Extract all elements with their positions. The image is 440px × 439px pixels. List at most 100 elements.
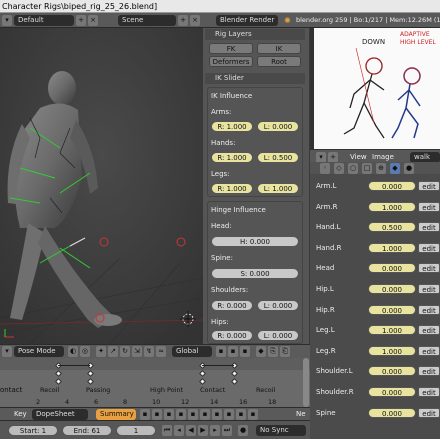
dopesheet-scrollbar[interactable] bbox=[303, 358, 309, 407]
rotate-icon[interactable]: ↻ bbox=[120, 346, 130, 357]
filter-icon-6[interactable]: ▪ bbox=[200, 409, 210, 420]
fk-layer-button[interactable]: FK bbox=[209, 43, 253, 54]
hands-l-slider[interactable]: L: 0.500 bbox=[257, 152, 299, 163]
prev-key-icon[interactable]: ◂ bbox=[174, 425, 184, 436]
timeline-marker[interactable]: Passing bbox=[86, 386, 110, 394]
play-reverse-icon[interactable]: ◀ bbox=[186, 425, 196, 436]
record-icon[interactable]: ● bbox=[238, 425, 248, 436]
layout-add-icon[interactable]: + bbox=[76, 15, 86, 26]
keyframe-icon[interactable] bbox=[54, 369, 63, 378]
filter-icon-8[interactable]: ▪ bbox=[224, 409, 234, 420]
filter-icon-9[interactable]: ▪ bbox=[236, 409, 246, 420]
3d-viewport[interactable] bbox=[0, 28, 203, 344]
hips-l-slider[interactable]: L: 0.000 bbox=[257, 330, 299, 341]
property-row-edit-button[interactable]: edit bbox=[418, 181, 440, 191]
property-row-edit-button[interactable]: edit bbox=[418, 201, 440, 212]
property-row-slider[interactable]: 0.000 bbox=[368, 387, 416, 397]
layer-icon-1[interactable]: ▪ bbox=[216, 346, 226, 357]
keyframe-icon[interactable]: ◆ bbox=[256, 346, 266, 357]
world-icon[interactable]: ○ bbox=[348, 163, 358, 174]
editor-mode-selector[interactable]: DopeSheet bbox=[32, 409, 88, 420]
property-row-slider[interactable]: 1.000 bbox=[368, 242, 416, 253]
filter-icon-3[interactable]: ▪ bbox=[164, 409, 174, 420]
arms-r-slider[interactable]: R: 1.000 bbox=[211, 121, 253, 132]
keyframe-icon[interactable] bbox=[86, 369, 95, 378]
legs-r-slider[interactable]: R: 1.000 bbox=[211, 183, 253, 194]
orientation-selector[interactable]: Global bbox=[172, 346, 212, 357]
bone-icon[interactable]: ◆ bbox=[390, 163, 400, 174]
layout-selector[interactable]: Default bbox=[14, 15, 74, 26]
scene-add-icon[interactable]: + bbox=[178, 15, 188, 26]
property-row-edit-button[interactable]: edit bbox=[418, 263, 440, 274]
sync-mode-selector[interactable]: No Sync bbox=[256, 425, 306, 436]
start-frame-field[interactable]: Start: 1 bbox=[8, 425, 58, 436]
property-row-slider[interactable]: 1.000 bbox=[368, 325, 416, 336]
end-frame-field[interactable]: End: 61 bbox=[62, 425, 112, 436]
head-hinge-slider[interactable]: H: 0.000 bbox=[211, 236, 299, 247]
property-row-slider[interactable]: 0.500 bbox=[368, 222, 416, 233]
property-row-edit-button[interactable]: edit bbox=[418, 345, 440, 356]
paste-pose-icon[interactable]: ⎗ bbox=[280, 346, 290, 357]
ik-slider-header[interactable]: IK Slider bbox=[205, 73, 305, 84]
filter-icon-5[interactable]: ▪ bbox=[188, 409, 198, 420]
key-menu[interactable]: Key bbox=[14, 409, 27, 420]
jump-end-icon[interactable]: ⏭ bbox=[222, 425, 232, 436]
ik-layer-button[interactable]: IK bbox=[257, 43, 301, 54]
render-icon[interactable]: ◇ bbox=[334, 163, 344, 174]
property-row-edit-button[interactable]: edit bbox=[418, 325, 440, 336]
property-row-slider[interactable]: 0.000 bbox=[368, 304, 416, 315]
scene-close-icon[interactable]: × bbox=[190, 15, 200, 26]
property-row-edit-button[interactable]: edit bbox=[418, 284, 440, 294]
dopesheet-area[interactable]: ontact Recoil Passing High Point Contact Rec… bbox=[0, 358, 310, 407]
property-row-slider[interactable]: 0.000 bbox=[368, 366, 416, 377]
keyframe-icon[interactable] bbox=[198, 369, 207, 378]
keyframe-icon[interactable] bbox=[86, 377, 95, 386]
timeline-marker[interactable]: High Point bbox=[150, 386, 183, 394]
editor-type-icon[interactable]: ▾ bbox=[2, 15, 12, 26]
timeline-marker[interactable]: Contact bbox=[200, 386, 225, 394]
shading-icon[interactable]: ◐ bbox=[68, 346, 78, 357]
next-key-icon[interactable]: ▸ bbox=[210, 425, 220, 436]
mode-selector[interactable]: Pose Mode bbox=[14, 346, 64, 357]
scene-selector[interactable]: Scene bbox=[118, 15, 176, 26]
pivot-icon[interactable]: ◎ bbox=[80, 346, 90, 357]
property-row-edit-button[interactable]: edit bbox=[418, 407, 440, 418]
layer-icon-2[interactable]: ▪ bbox=[228, 346, 238, 357]
pin-icon[interactable]: ◦ bbox=[320, 163, 330, 174]
hands-r-slider[interactable]: R: 1.000 bbox=[211, 152, 253, 163]
translate-icon[interactable]: ↗ bbox=[108, 346, 118, 357]
filter-icon-10[interactable]: ▪ bbox=[248, 409, 258, 420]
property-row-slider[interactable]: 1.000 bbox=[368, 345, 416, 356]
copy-pose-icon[interactable]: ⎘ bbox=[268, 346, 278, 357]
material-icon[interactable]: ● bbox=[404, 163, 414, 174]
layout-close-icon[interactable]: × bbox=[88, 15, 98, 26]
property-row-slider[interactable]: 1.000 bbox=[368, 201, 416, 212]
manipulator-icon[interactable]: ✦ bbox=[96, 346, 106, 357]
shoulders-l-slider[interactable]: L: 0.000 bbox=[257, 300, 299, 311]
rig-layers-header[interactable]: Rig Layers bbox=[205, 29, 305, 40]
scale-icon[interactable]: ⇲ bbox=[132, 346, 142, 357]
jump-start-icon[interactable]: ⏮ bbox=[162, 425, 172, 436]
render-engine-selector[interactable]: Blender Render bbox=[216, 15, 278, 26]
keyframe-icon[interactable] bbox=[54, 377, 63, 386]
constraint-icon[interactable]: ⊕ bbox=[376, 163, 386, 174]
keyframe-icon[interactable] bbox=[230, 369, 239, 378]
layer-icon-3[interactable]: ▪ bbox=[240, 346, 250, 357]
timeline-marker[interactable]: Recoil bbox=[256, 386, 275, 394]
proportional-icon[interactable]: ≈ bbox=[156, 346, 166, 357]
property-row-edit-button[interactable]: edit bbox=[418, 366, 440, 377]
keyframe-icon[interactable] bbox=[230, 377, 239, 386]
filter-icon-1[interactable]: ▪ bbox=[140, 409, 150, 420]
property-row-slider[interactable]: 0.000 bbox=[368, 263, 416, 274]
property-row-edit-button[interactable]: edit bbox=[418, 242, 440, 253]
pose-mode-icon[interactable]: ▾ bbox=[2, 346, 12, 357]
spine-hinge-slider[interactable]: S: 0.000 bbox=[211, 268, 299, 279]
property-row-edit-button[interactable]: edit bbox=[418, 304, 440, 315]
play-icon[interactable]: ▶ bbox=[198, 425, 208, 436]
current-frame-field[interactable]: 1 bbox=[116, 425, 156, 436]
property-row-slider[interactable]: 0.000 bbox=[368, 407, 416, 418]
snap-icon[interactable]: ↯ bbox=[144, 346, 154, 357]
timeline-marker[interactable]: Recoil bbox=[40, 386, 59, 394]
root-layer-button[interactable]: Root bbox=[257, 56, 301, 67]
property-row-edit-button[interactable]: edit bbox=[418, 387, 440, 397]
